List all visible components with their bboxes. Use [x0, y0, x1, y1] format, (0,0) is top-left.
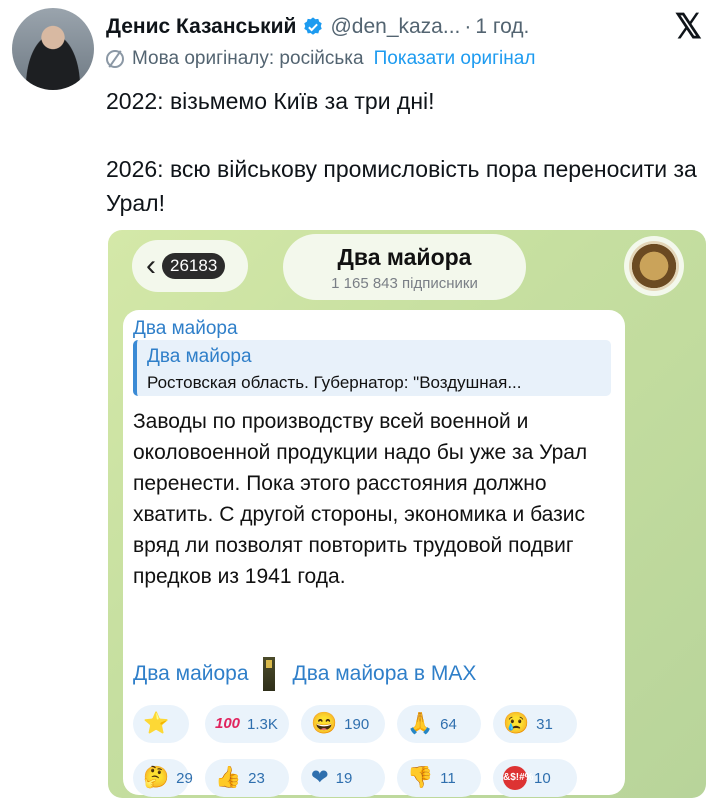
x-logo-icon[interactable]: 𝕏 — [675, 10, 702, 44]
reaction-count: 29 — [176, 769, 193, 787]
tweet-line: 2022: візьмемо Київ за три дні! — [106, 88, 435, 114]
reaction-chip[interactable]: ❤ 19 — [301, 759, 385, 797]
reply-author: Два майора — [147, 346, 252, 367]
channel-title: Два майора — [337, 244, 472, 270]
reply-quote[interactable]: Два майора Ростовская область. Губернато… — [133, 340, 611, 396]
telegram-screenshot[interactable]: ‹ 26183 Два майора 1 165 843 підписники … — [108, 230, 706, 798]
message-links: Два майора Два майора в MAX — [133, 657, 476, 691]
post-time[interactable]: 1 год. — [475, 15, 529, 39]
subscriber-count: 1 165 843 підписники — [331, 275, 478, 292]
thumbs-down-icon: 👎 — [407, 766, 434, 789]
message-sender[interactable]: Два майора — [133, 318, 238, 340]
tweet-text: 2022: візьмемо Київ за три дні! 2026: вс… — [106, 84, 706, 254]
translation-note: Мова оригіналу: російська Показати оригі… — [106, 48, 535, 70]
reaction-count: 64 — [440, 715, 457, 733]
thumbs-up-icon: 👍 — [215, 766, 242, 789]
reaction-count: 10 — [534, 769, 551, 787]
reaction-chip[interactable]: 🤔 29 — [133, 759, 193, 797]
separator-dot: · — [464, 15, 472, 38]
unread-count-badge: 26183 — [162, 253, 226, 279]
reaction-count: 1.3K — [247, 715, 278, 733]
chevron-left-icon: ‹ — [146, 249, 156, 282]
show-original-link[interactable]: Показати оригінал — [374, 48, 536, 70]
reaction-chip[interactable]: 🙏 64 — [397, 705, 481, 743]
message-bubble: Два майора Два майора Ростовская область… — [123, 310, 625, 797]
crying-face-icon: 😢 — [503, 712, 530, 735]
author-handle[interactable]: @den_kaza... — [330, 15, 460, 39]
reaction-chip[interactable]: ⭐ — [133, 705, 189, 743]
reaction-chip[interactable]: 👎 11 — [397, 759, 481, 797]
telegram-header: ‹ 26183 Два майора 1 165 843 підписники — [108, 230, 706, 302]
translate-icon — [106, 50, 124, 68]
tweet-header: Денис Казанський @den_kaza... · 1 год. — [106, 12, 529, 42]
message-body: Заводы по производству всей военной и ок… — [133, 410, 588, 588]
reaction-count: 23 — [248, 769, 265, 787]
max-channel-link[interactable]: Два майора в MAX — [293, 662, 477, 686]
back-button[interactable]: ‹ 26183 — [132, 240, 248, 292]
reaction-count: 11 — [440, 769, 456, 787]
tweet-line: 2026: всю військову промисловість пора п… — [106, 156, 697, 216]
channel-link[interactable]: Два майора — [133, 662, 249, 686]
reaction-count: 31 — [536, 715, 553, 733]
reaction-count: 19 — [335, 769, 353, 787]
reply-text: Ростовская область. Губернатор: "Воздушн… — [147, 373, 522, 392]
channel-logo-icon — [629, 241, 679, 291]
channel-title-pill[interactable]: Два майора 1 165 843 підписники — [283, 234, 526, 300]
heart-icon: ❤ — [311, 766, 329, 789]
author-avatar[interactable] — [12, 8, 94, 90]
author-name[interactable]: Денис Казанський — [106, 15, 296, 39]
hundred-icon: 100 — [215, 715, 241, 732]
reaction-chip[interactable]: 100 1.3K — [205, 705, 289, 743]
soldier-flag-icon — [262, 657, 275, 691]
thinking-face-icon: 🤔 — [143, 766, 170, 789]
reaction-chip[interactable]: &$!#% 10 — [493, 759, 577, 797]
reaction-chip[interactable]: 😄 190 — [301, 705, 385, 743]
language-note: Мова оригіналу: російська — [132, 48, 364, 69]
verified-badge-icon — [304, 17, 323, 35]
angry-face-icon: &$!#% — [503, 766, 534, 790]
reaction-count: 190 — [344, 715, 370, 733]
star-icon: ⭐ — [143, 712, 170, 735]
grinning-face-icon: 😄 — [311, 712, 338, 735]
reaction-chip[interactable]: 👍 23 — [205, 759, 289, 797]
folded-hands-icon: 🙏 — [407, 712, 434, 735]
channel-avatar[interactable] — [624, 236, 684, 296]
reaction-chip[interactable]: 😢 31 — [493, 705, 577, 743]
